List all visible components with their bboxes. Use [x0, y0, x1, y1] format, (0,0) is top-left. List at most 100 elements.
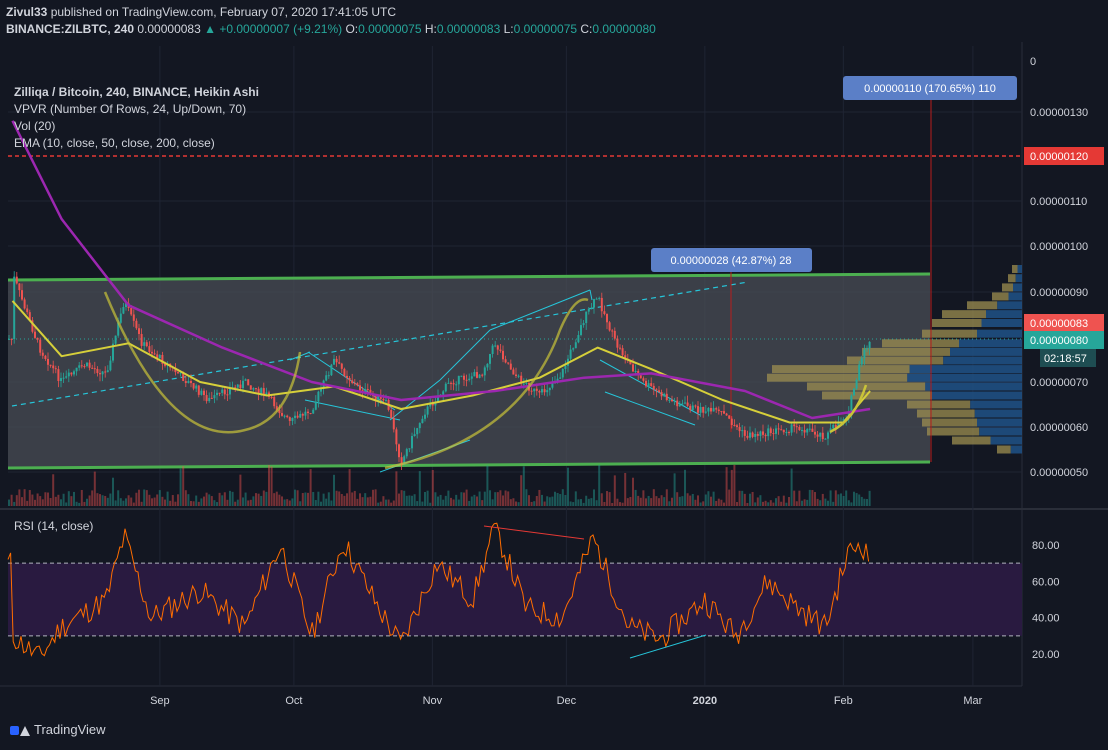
legend-vpvr[interactable]: VPVR (Number Of Rows, 24, Up/Down, 70)	[14, 101, 259, 118]
legend-ema[interactable]: EMA (10, close, 50, close, 200, close)	[14, 135, 259, 152]
candle-body-153	[405, 449, 408, 457]
volume-bar-41	[114, 500, 117, 506]
volume-bar-198	[522, 466, 525, 506]
volume-bar-278	[730, 469, 733, 506]
candle-body-22	[65, 376, 68, 378]
volume-bar-218	[574, 491, 577, 506]
volume-bar-233	[613, 475, 616, 506]
rsi-legend[interactable]: RSI (14, close)	[14, 519, 93, 533]
volume-bar-304	[798, 490, 801, 506]
candle-body-72	[195, 385, 198, 389]
volume-bar-143	[379, 501, 382, 506]
candle-body-38	[106, 370, 109, 373]
vpvr-up-9	[950, 347, 1022, 356]
volume-bar-194	[512, 498, 515, 506]
candle-body-225	[593, 299, 595, 308]
candle-body-213	[561, 368, 564, 378]
candle-body-184	[486, 363, 489, 368]
volume-bar-318	[834, 490, 837, 506]
candle-body-76	[205, 395, 208, 402]
candle-body-2	[13, 276, 16, 340]
rsi-band	[8, 563, 1022, 636]
volume-bar-323	[847, 500, 850, 506]
volume-bar-258	[678, 496, 681, 506]
candle-body-254	[668, 399, 671, 401]
volume-bar-56	[153, 497, 156, 506]
candle-body-135	[359, 385, 361, 391]
candle-body-161	[426, 406, 429, 415]
volume-bar-214	[564, 494, 567, 506]
volume-bar-326	[855, 493, 858, 506]
volume-bar-1	[10, 494, 13, 506]
volume-bar-307	[806, 499, 809, 506]
volume-bar-144	[382, 496, 385, 506]
volume-bar-255	[671, 497, 673, 506]
volume-bar-287	[754, 502, 757, 506]
rsi-tick-2: 40.00	[1032, 613, 1060, 625]
candle-body-110	[294, 415, 296, 418]
candle-body-181	[478, 374, 481, 378]
volume-bar-236	[621, 502, 624, 506]
candle-body-115	[307, 411, 309, 414]
volume-bar-69	[187, 494, 190, 506]
volume-bar-191	[504, 490, 507, 506]
candle-body-174	[460, 375, 463, 377]
candle-body-288	[756, 433, 759, 436]
candle-body-179	[473, 372, 476, 377]
volume-bar-285	[749, 493, 751, 506]
candle-body-167	[442, 391, 445, 395]
volume-bar-238	[626, 498, 629, 506]
volume-bar-112	[299, 501, 302, 506]
volume-bar-253	[665, 489, 668, 506]
candle-body-244	[642, 378, 645, 381]
volume-bar-308	[808, 489, 811, 506]
candle-body-55	[151, 351, 153, 354]
candle-body-116	[309, 413, 312, 415]
candle-body-97	[260, 388, 263, 394]
volume-bar-327	[858, 494, 861, 506]
volume-bar-50	[138, 489, 140, 506]
candle-body-124	[330, 364, 333, 376]
legend-volume[interactable]: Vol (20)	[14, 118, 259, 135]
vpvr-up-1	[1015, 274, 1022, 283]
volume-bar-296	[777, 496, 780, 506]
candle-body-245	[645, 380, 647, 387]
candle-body-283	[743, 430, 746, 436]
volume-bar-256	[673, 473, 676, 506]
candle-body-255	[671, 399, 673, 402]
volume-bar-213	[561, 489, 564, 506]
candle-body-171	[452, 383, 455, 385]
rsi-tick-3: 20.00	[1032, 649, 1060, 661]
candle-body-68	[184, 381, 187, 384]
candle-body-188	[496, 345, 499, 350]
volume-bar-268	[704, 494, 707, 506]
candle-body-54	[148, 346, 151, 352]
candle-body-224	[590, 307, 593, 309]
candle-body-247	[650, 383, 653, 386]
volume-bar-48	[132, 502, 135, 506]
volume-bar-28	[80, 489, 83, 506]
candle-body-48	[132, 314, 135, 321]
candle-body-111	[296, 415, 299, 418]
volume-bar-117	[312, 491, 315, 506]
volume-bar-200	[528, 495, 530, 506]
volume-bar-90	[242, 497, 244, 506]
volume-bar-276	[725, 467, 728, 506]
volume-bar-89	[239, 474, 242, 506]
candle-body-94	[252, 388, 255, 390]
candle-body-118	[314, 401, 317, 410]
legend-title[interactable]: Zilliqa / Bitcoin, 240, BINANCE, Heikin …	[14, 84, 259, 101]
volume-bar-130	[346, 493, 348, 506]
vpvr-up-11	[909, 365, 1022, 374]
volume-bar-316	[829, 490, 832, 506]
candle-body-175	[463, 375, 465, 380]
volume-bar-247	[650, 498, 653, 506]
volume-bar-272	[715, 500, 718, 506]
candle-body-330	[866, 348, 868, 350]
volume-bar-181	[478, 491, 481, 506]
volume-bar-82	[221, 495, 224, 506]
candle-body-271	[712, 408, 715, 412]
candle-body-58	[158, 354, 161, 359]
volume-bar-127	[338, 491, 341, 506]
candle-body-112	[299, 413, 302, 418]
